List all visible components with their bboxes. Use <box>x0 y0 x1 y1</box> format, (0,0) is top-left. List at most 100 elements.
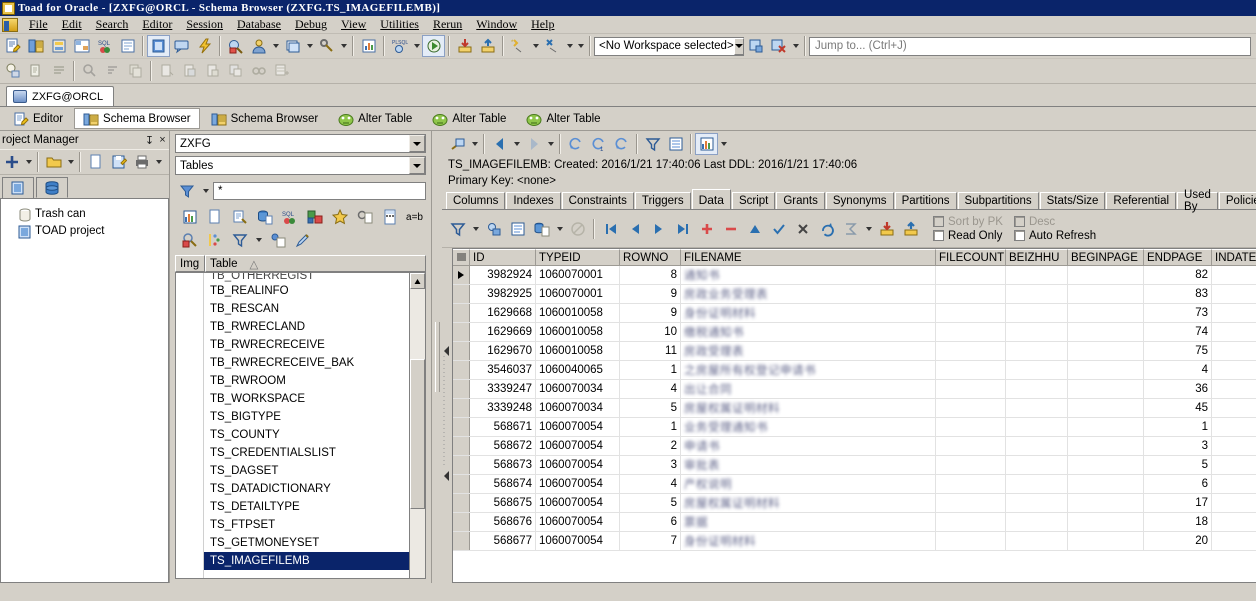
plsql-debug-icon[interactable]: PLSQL <box>388 35 411 57</box>
data-grid-cell-endpage[interactable]: 5 <box>1144 456 1212 474</box>
chevron-down-icon[interactable] <box>469 133 480 155</box>
data-grid-cell-beizhhu[interactable] <box>1006 418 1068 436</box>
next-record-icon[interactable] <box>647 218 670 240</box>
row-indicator[interactable] <box>453 380 470 398</box>
data-grid-cell-id[interactable]: 3339247 <box>470 380 536 398</box>
data-grid-cell-filecount[interactable] <box>936 494 1006 512</box>
navigate-back-icon[interactable] <box>488 133 511 155</box>
data-grid-cell-beginpage[interactable] <box>1068 494 1144 512</box>
new-editor-icon[interactable] <box>1 35 24 57</box>
data-grid-cell-beginpage[interactable] <box>1068 285 1144 303</box>
import-rows-icon[interactable] <box>875 218 898 240</box>
chevron-down-icon[interactable] <box>564 35 575 57</box>
object-tab-constraints[interactable]: Constraints <box>562 192 634 209</box>
data-grid-row[interactable]: 56867110600700541业务受理通知书1 <box>453 418 1256 437</box>
object-palette-icon[interactable] <box>47 35 70 57</box>
data-grid-row[interactable]: 56867510600700545房屋权属证明材料17 <box>453 494 1256 513</box>
table-list-item[interactable]: TS_DATADICTIONARY <box>204 480 409 498</box>
detail-list-icon[interactable] <box>664 133 687 155</box>
last-record-icon[interactable] <box>671 218 694 240</box>
row-indicator[interactable] <box>453 475 470 493</box>
menu-edit[interactable]: Edit <box>55 16 89 33</box>
data-grid-cell-indate[interactable] <box>1212 361 1256 379</box>
summary-icon[interactable] <box>839 218 862 240</box>
table-list-item-selected[interactable]: TS_IMAGEFILEMB <box>204 552 409 570</box>
column-header-img[interactable]: Img <box>175 255 205 272</box>
data-grid-vertical-splitter[interactable] <box>442 248 452 583</box>
calculator-icon[interactable] <box>378 206 401 228</box>
menu-help[interactable]: Help <box>524 16 561 33</box>
new-file-icon[interactable] <box>155 60 178 82</box>
data-grid-cell-indate[interactable] <box>1212 399 1256 417</box>
data-grid-cell-endpage[interactable]: 73 <box>1144 304 1212 322</box>
find-object-icon[interactable] <box>78 60 101 82</box>
explain-plan-icon[interactable] <box>224 35 247 57</box>
session-tab-zxfg-orcl[interactable]: ZXFG@ORCL <box>6 86 114 106</box>
sort-icon[interactable] <box>101 60 124 82</box>
data-grid-cell-beizhhu[interactable] <box>1006 475 1068 493</box>
object-tab-synonyms[interactable]: Synonyms <box>826 192 894 209</box>
table-list-item[interactable]: TB_RWROOM <box>204 372 409 390</box>
data-grid-cell-beizhhu[interactable] <box>1006 456 1068 474</box>
data-grid-cell-filecount[interactable] <box>936 361 1006 379</box>
refresh-one-icon[interactable]: 1 <box>587 133 610 155</box>
pin-object-icon[interactable] <box>446 133 469 155</box>
tab-alter-table-3[interactable]: Alter Table <box>517 108 609 129</box>
data-grid-row[interactable]: 398292410600700018通知书82 <box>453 266 1256 285</box>
data-filter-icon[interactable] <box>446 218 469 240</box>
refresh-icon[interactable] <box>564 133 587 155</box>
menu-debug[interactable]: Debug <box>288 16 334 33</box>
detail-filter-icon[interactable] <box>641 133 664 155</box>
data-grid-cell-id[interactable]: 1629670 <box>470 342 536 360</box>
row-indicator[interactable] <box>453 513 470 531</box>
data-grid-cell-beizhhu[interactable] <box>1006 380 1068 398</box>
data-grid-row[interactable]: 56867710600700547身份证明材料20 <box>453 532 1256 551</box>
data-grid-cell-indate[interactable] <box>1212 342 1256 360</box>
data-grid-cell-id[interactable]: 3339248 <box>470 399 536 417</box>
checkbox-box[interactable] <box>933 230 944 241</box>
data-grid-cell-endpage[interactable]: 17 <box>1144 494 1212 512</box>
data-grid-cell-id[interactable]: 568676 <box>470 513 536 531</box>
data-grid-cell-beizhhu[interactable] <box>1006 437 1068 455</box>
filter-data-icon[interactable] <box>228 229 251 251</box>
table-list-item[interactable]: TS_GETMONEYSET <box>204 534 409 552</box>
data-grid-cell-endpage[interactable]: 1 <box>1144 418 1212 436</box>
tab-alter-table-1[interactable]: Alter Table <box>329 108 421 129</box>
chevron-down-icon[interactable] <box>554 218 565 240</box>
scrollbar-track-upper[interactable] <box>410 289 425 359</box>
tab-schema-browser-1[interactable]: Schema Browser <box>74 108 200 129</box>
window-list-icon[interactable] <box>281 35 304 57</box>
data-grid-cell-beizhhu[interactable] <box>1006 399 1068 417</box>
data-grid-column-header-typeid[interactable]: TYPEID <box>536 249 620 266</box>
data-grid-cell-filename[interactable]: 房政业务受理表 <box>681 285 936 303</box>
rename-icon[interactable]: a=b <box>403 206 426 228</box>
data-grid-cell-beizhhu[interactable] <box>1006 304 1068 322</box>
data-grid-cell-filename[interactable]: 缴税通知书 <box>681 323 936 341</box>
scrollbar-thumb[interactable] <box>410 359 425 509</box>
chevron-down-icon[interactable] <box>530 35 541 57</box>
data-grid-cell-id[interactable]: 568672 <box>470 437 536 455</box>
data-grid-cell-id[interactable]: 568675 <box>470 494 536 512</box>
chevron-down-icon[interactable] <box>409 135 425 152</box>
tab-alter-table-2[interactable]: Alter Table <box>423 108 515 129</box>
data-grid-cell-beizhhu[interactable] <box>1006 361 1068 379</box>
table-list-item[interactable]: TB_RWRECRECEIVE <box>204 336 409 354</box>
analyze-icon[interactable] <box>253 206 276 228</box>
export-dataset-icon[interactable] <box>530 218 553 240</box>
object-table-list[interactable]: TB_OTHERREGISTTB_REALINFOTB_RESCANTB_RWR… <box>175 272 426 579</box>
data-grid-cell-endpage[interactable]: 4 <box>1144 361 1212 379</box>
execute-script-icon[interactable] <box>422 35 445 57</box>
chevron-down-icon[interactable] <box>65 151 76 173</box>
chevron-down-icon[interactable] <box>511 133 522 155</box>
data-grid-icon[interactable] <box>178 206 201 228</box>
truncate-icon[interactable] <box>303 206 326 228</box>
data-grid-cell-typeid[interactable]: 1060040065 <box>536 361 620 379</box>
compare-icon[interactable] <box>353 206 376 228</box>
object-tab-columns[interactable]: Columns <box>446 192 505 209</box>
table-list-name-column[interactable]: TB_OTHERREGISTTB_REALINFOTB_RESCANTB_RWR… <box>204 273 409 578</box>
row-indicator[interactable] <box>453 304 470 322</box>
data-grid-cell-rowno[interactable]: 9 <box>620 285 681 303</box>
export-rows-icon[interactable] <box>899 218 922 240</box>
object-tab-stats-size[interactable]: Stats/Size <box>1040 192 1106 209</box>
data-grid-cell-beginpage[interactable] <box>1068 361 1144 379</box>
